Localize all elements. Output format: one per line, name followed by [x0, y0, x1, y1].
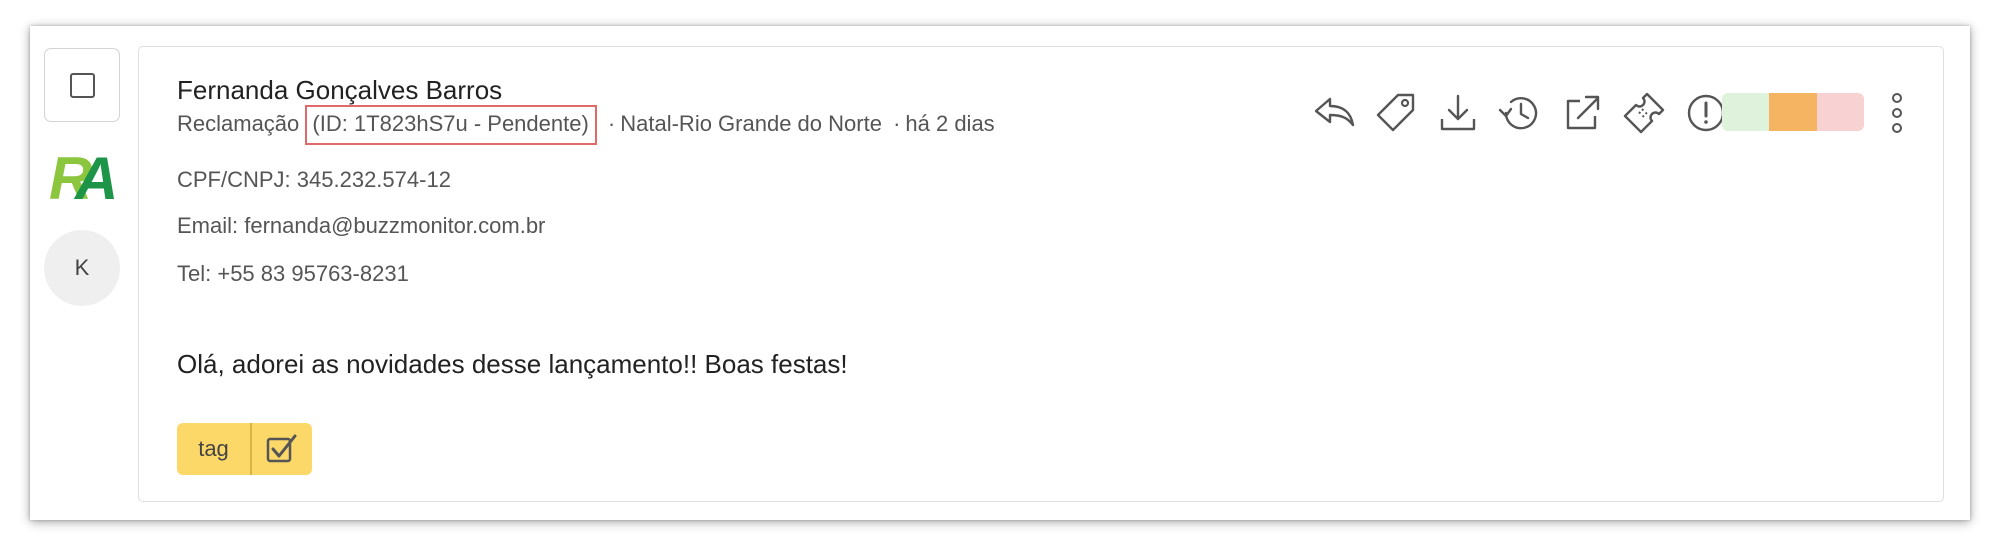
tag-button[interactable]	[1365, 87, 1427, 139]
reclame-aqui-logo: R A	[49, 145, 117, 206]
post-message: Olá, adorei as novidades desse lançament…	[177, 349, 848, 379]
ticket-icon	[1623, 92, 1665, 134]
history-button[interactable]	[1489, 87, 1551, 139]
external-link-icon	[1566, 95, 1600, 130]
post-card: Fernanda Gonçalves Barros Reclamação (ID…	[138, 46, 1944, 502]
cpf-field: CPF/CNPJ: 345.232.574-12	[177, 167, 451, 192]
avatar-initial: K	[74, 255, 90, 280]
sentiment-neutral[interactable]	[1769, 93, 1817, 131]
open-external-button[interactable]	[1551, 87, 1613, 139]
checkbox-checked-icon	[266, 434, 297, 463]
select-checkbox[interactable]	[44, 48, 120, 122]
reply-icon	[1314, 97, 1355, 127]
more-dot	[1892, 123, 1902, 133]
phone-field: Tel: +55 83 95763-8231	[177, 261, 409, 286]
post-container: R A K Fernanda Gonçalves Barros Reclamaç…	[30, 26, 1970, 520]
sentiment-negative[interactable]	[1816, 93, 1864, 131]
download-icon	[1440, 94, 1476, 131]
logo-letter-a: A	[73, 145, 117, 206]
tag-icon	[1376, 93, 1415, 132]
meta-separator: ·	[893, 111, 901, 136]
meta-separator: ·	[607, 111, 616, 136]
sentiment-selector[interactable]	[1722, 93, 1864, 131]
history-icon	[1498, 97, 1538, 130]
email-field: Email: fernanda@buzzmonitor.com.br	[177, 213, 546, 238]
more-dot	[1892, 108, 1902, 118]
post-location: Natal-Rio Grande do Norte	[620, 111, 882, 136]
left-column: R A K	[30, 26, 140, 520]
post-id-status: (ID: 1T823hS7u - Pendente)	[305, 105, 597, 145]
sentiment-positive[interactable]	[1722, 93, 1770, 131]
reply-button[interactable]	[1303, 87, 1365, 139]
post-meta: Reclamação (ID: 1T823hS7u - Pendente) · N…	[177, 105, 995, 145]
ticket-button[interactable]	[1613, 87, 1675, 139]
tag-confirm-button[interactable]	[252, 423, 312, 475]
post-time: há 2 dias	[905, 111, 995, 136]
author-name[interactable]: Fernanda Gonçalves Barros	[177, 75, 502, 106]
checkbox-square	[69, 72, 95, 98]
download-button[interactable]	[1427, 87, 1489, 139]
tag-chip: tag	[177, 423, 312, 475]
more-dot	[1892, 93, 1902, 103]
post-type: Reclamação	[177, 111, 300, 136]
avatar[interactable]: K	[44, 230, 120, 306]
tag-label[interactable]: tag	[177, 423, 252, 475]
more-options-icon[interactable]	[1885, 93, 1909, 133]
action-toolbar	[1303, 87, 1737, 139]
